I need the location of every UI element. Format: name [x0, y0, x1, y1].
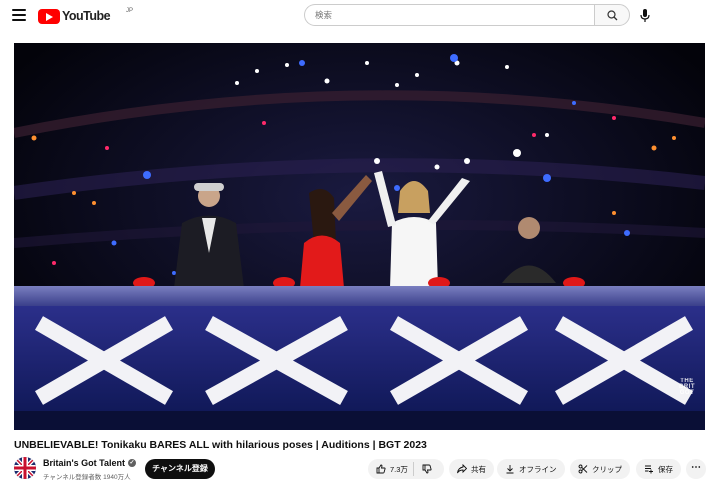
- more-actions-button[interactable]: ⋯: [686, 459, 706, 479]
- youtube-logo[interactable]: YouTube JP: [38, 8, 133, 24]
- dislike-button[interactable]: [414, 464, 432, 474]
- playlist-add-icon: [645, 465, 653, 474]
- thumbs-down-icon: [422, 464, 432, 474]
- search-button[interactable]: [594, 4, 630, 26]
- youtube-play-icon: [38, 8, 60, 24]
- scissors-icon: [578, 464, 588, 474]
- logo-text: YouTube: [62, 9, 111, 23]
- search-icon: [607, 10, 618, 21]
- download-icon: [506, 465, 514, 474]
- channel-avatar[interactable]: [14, 457, 36, 479]
- subscribe-button[interactable]: チャンネル登録: [145, 459, 215, 479]
- like-button[interactable]: 7.3万: [368, 462, 414, 476]
- subscriber-count: チャンネル登録者数 1940万人: [43, 474, 131, 481]
- search-box: 検索: [304, 4, 630, 26]
- share-icon: [457, 464, 467, 474]
- video-frame: [14, 43, 705, 430]
- broadcast-watermark: THE BRIT GOT: [679, 378, 695, 396]
- download-label: オフライン: [519, 464, 557, 474]
- share-button[interactable]: 共有: [449, 459, 494, 479]
- clip-label: クリップ: [592, 464, 622, 474]
- video-title: UNBELIEVABLE! Tonikaku BARES ALL with hi…: [14, 439, 427, 451]
- save-button[interactable]: 保存: [636, 459, 681, 479]
- channel-name: Britain's Got Talent: [43, 458, 125, 468]
- clip-button[interactable]: クリップ: [570, 459, 630, 479]
- hamburger-menu-icon[interactable]: [12, 9, 26, 21]
- logo-region: JP: [126, 8, 134, 14]
- thumbs-up-icon: [376, 464, 386, 474]
- save-label: 保存: [658, 464, 673, 474]
- like-dislike-group: 7.3万: [368, 459, 444, 479]
- microphone-icon[interactable]: [638, 8, 652, 24]
- watermark-line: GOT: [679, 390, 695, 396]
- download-button[interactable]: オフライン: [497, 459, 565, 479]
- search-input[interactable]: 検索: [304, 4, 594, 26]
- channel-name-link[interactable]: Britain's Got Talent ✓: [43, 458, 136, 468]
- masthead: YouTube JP 検索: [0, 0, 714, 32]
- video-player[interactable]: THE BRIT GOT: [14, 43, 705, 430]
- union-flag-icon: [14, 457, 36, 479]
- share-label: 共有: [471, 464, 486, 474]
- verified-check-icon: ✓: [127, 459, 136, 467]
- like-count: 7.3万: [390, 464, 408, 474]
